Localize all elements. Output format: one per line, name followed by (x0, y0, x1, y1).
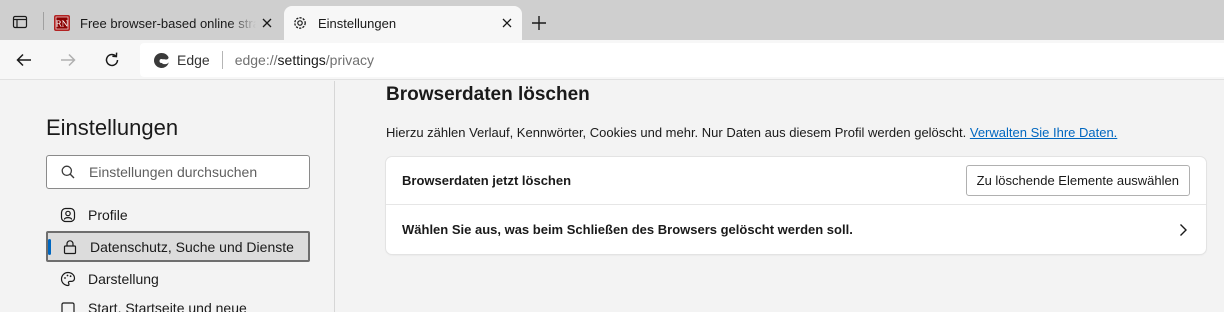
sidebar-item-privacy[interactable]: Datenschutz, Suche und Dienste (46, 231, 310, 262)
refresh-icon (105, 52, 119, 67)
clear-on-close-row[interactable]: Wählen Sie aus, was beim Schließen des B… (386, 205, 1206, 254)
url-host: settings (277, 52, 326, 68)
site-identity[interactable]: Edge (153, 52, 210, 69)
site-label: Edge (177, 52, 210, 68)
sidebar-item-profile[interactable]: Profile (46, 199, 310, 230)
clear-now-label: Browserdaten jetzt löschen (402, 173, 572, 188)
tab-separator (43, 12, 44, 30)
forward-button[interactable] (54, 46, 82, 74)
tab-strip: RN Free browser-based online strategy Ei… (0, 0, 1224, 40)
tab-actions-button[interactable] (6, 8, 34, 36)
clear-on-close-label: Wählen Sie aus, was beim Schließen des B… (402, 222, 853, 237)
edge-logo-icon (153, 52, 169, 68)
search-icon (61, 165, 75, 179)
tab-actions-icon (12, 15, 28, 29)
active-indicator (48, 239, 51, 255)
sidebar-item-appearance[interactable]: Darstellung (46, 263, 310, 294)
url-path: /privacy (325, 52, 375, 68)
new-tab-button[interactable] (526, 10, 552, 36)
browser-toolbar: Edge edge://settings/privacy (0, 40, 1224, 80)
sidebar-item-label: Profile (88, 206, 128, 223)
sidebar-item-label: Start, Startseite und neue (88, 300, 247, 312)
tab-title: Free browser-based online strategy (80, 15, 256, 31)
manage-data-link[interactable]: Verwalten Sie Ihre Daten. (970, 125, 1117, 140)
svg-text:RN: RN (55, 20, 68, 29)
home-icon (60, 301, 76, 312)
sidebar-item-start[interactable]: Start, Startseite und neue (46, 298, 310, 312)
settings-main: Browserdaten löschen Hierzu zählen Verla… (336, 81, 1224, 312)
section-title: Browserdaten löschen (386, 84, 590, 105)
address-separator (221, 51, 223, 69)
choose-what-to-clear-button[interactable]: Zu löschende Elemente auswählen (965, 165, 1190, 196)
url-prefix: edge:// (234, 52, 278, 68)
chevron-right-icon (1178, 223, 1188, 237)
section-description: Hierzu zählen Verlauf, Kennwörter, Cooki… (386, 125, 1117, 140)
settings-search-input[interactable]: Einstellungen durchsuchen (46, 155, 310, 189)
profile-icon (60, 207, 76, 223)
close-icon (502, 18, 512, 28)
back-button[interactable] (10, 46, 38, 74)
palette-icon (60, 271, 76, 287)
gear-icon (294, 17, 306, 29)
tab-settings[interactable]: Einstellungen (284, 6, 522, 40)
lock-icon (62, 239, 78, 255)
tab-game[interactable]: RN Free browser-based online strategy (46, 6, 282, 40)
clear-now-row: Browserdaten jetzt löschen Zu löschende … (386, 157, 1206, 205)
refresh-button[interactable] (98, 46, 126, 74)
sidebar-title: Einstellungen (46, 115, 179, 140)
plus-icon (532, 16, 546, 30)
forward-arrow-icon (61, 53, 76, 67)
back-arrow-icon (16, 53, 31, 67)
settings-sidebar: Einstellungen Einstellungen durchsuchen … (0, 81, 335, 312)
tab-title: Einstellungen (318, 15, 397, 31)
url-text: edge://settings/privacy (235, 52, 374, 68)
close-tab-button[interactable] (496, 12, 518, 34)
close-tab-button[interactable] (256, 12, 278, 34)
close-icon (262, 18, 272, 28)
description-text: Hierzu zählen Verlauf, Kennwörter, Cooki… (386, 125, 967, 140)
search-placeholder: Einstellungen durchsuchen (89, 164, 258, 180)
clear-data-card: Browserdaten jetzt löschen Zu löschende … (386, 157, 1206, 254)
game-favicon: RN (54, 15, 70, 31)
address-bar[interactable]: Edge edge://settings/privacy (140, 43, 1224, 77)
sidebar-item-label: Darstellung (88, 270, 159, 287)
sidebar-item-label: Datenschutz, Suche und Dienste (90, 238, 294, 255)
